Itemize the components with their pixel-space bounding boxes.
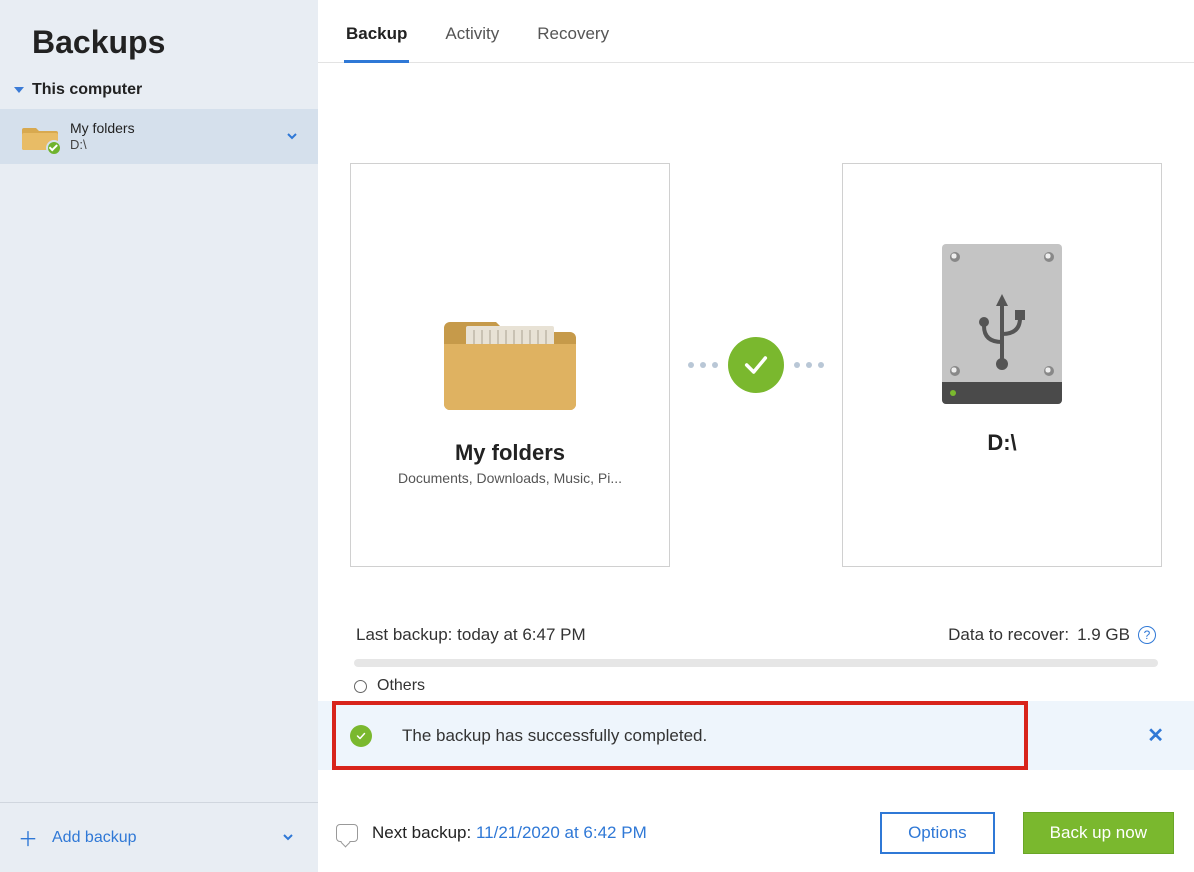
- chevron-down-icon[interactable]: [286, 129, 298, 145]
- tab-recovery[interactable]: Recovery: [535, 18, 611, 62]
- source-subtitle: Documents, Downloads, Music, Pi...: [398, 470, 622, 486]
- next-backup-value[interactable]: 11/21/2020 at 6:42 PM: [476, 823, 647, 842]
- comment-icon[interactable]: [336, 824, 358, 842]
- folder-icon: [22, 122, 58, 152]
- dots-right-icon: [794, 362, 824, 368]
- options-button[interactable]: Options: [880, 812, 995, 854]
- source-title: My folders: [455, 440, 565, 466]
- data-recover-label: Data to recover:: [948, 625, 1069, 645]
- check-circle-icon: [350, 725, 372, 747]
- folder-icon: [440, 304, 580, 414]
- others-label: Others: [377, 677, 425, 695]
- notification-text: The backup has successfully completed.: [402, 726, 707, 746]
- tab-backup[interactable]: Backup: [344, 18, 409, 62]
- sidebar-section-label: This computer: [32, 81, 142, 99]
- notification-bar: The backup has successfully completed. ✕: [318, 701, 1194, 770]
- others-row[interactable]: Others: [318, 667, 1194, 695]
- destination-title: D:\: [987, 430, 1016, 456]
- main-footer: Next backup: 11/21/2020 at 6:42 PM Optio…: [318, 796, 1194, 872]
- chevron-down-icon[interactable]: [282, 830, 294, 846]
- sidebar-item-my-folders[interactable]: My folders D:\: [0, 109, 318, 164]
- sidebar-title: Backups: [0, 0, 318, 77]
- source-card[interactable]: My folders Documents, Downloads, Music, …: [350, 163, 670, 567]
- dots-left-icon: [688, 362, 718, 368]
- plus-icon[interactable]: ＋: [18, 823, 38, 852]
- check-circle-icon: [728, 337, 784, 393]
- main: Backup Activity Recovery My folders Docu…: [318, 0, 1194, 872]
- destination-card[interactable]: D:\: [842, 163, 1162, 567]
- flow-connector: [688, 337, 824, 393]
- external-drive-icon: [942, 244, 1062, 404]
- help-icon[interactable]: ?: [1138, 626, 1156, 644]
- success-badge-icon: [46, 140, 62, 156]
- data-recover-value: 1.9 GB: [1077, 625, 1130, 645]
- close-icon[interactable]: ✕: [1139, 719, 1172, 752]
- backup-flow-row: My folders Documents, Downloads, Music, …: [318, 163, 1194, 567]
- last-backup-value: today at 6:47 PM: [457, 625, 586, 644]
- tab-activity[interactable]: Activity: [443, 18, 501, 62]
- backup-item-destination: D:\: [70, 137, 135, 154]
- tabs: Backup Activity Recovery: [318, 0, 1194, 63]
- last-backup-label: Last backup:: [356, 625, 452, 644]
- sidebar: Backups This computer My folders D:\ ＋ A…: [0, 0, 318, 872]
- sidebar-footer: ＋ Add backup: [0, 802, 318, 872]
- chevron-down-icon: [14, 82, 24, 98]
- back-up-now-button[interactable]: Back up now: [1023, 812, 1174, 854]
- backup-item-name: My folders: [70, 119, 135, 137]
- stats-row: Last backup: today at 6:47 PM Data to re…: [318, 567, 1194, 651]
- next-backup-label: Next backup:: [372, 823, 471, 842]
- sidebar-section-this-computer[interactable]: This computer: [0, 77, 318, 109]
- radio-icon: [354, 680, 367, 693]
- size-bar: [354, 659, 1158, 667]
- add-backup-button[interactable]: Add backup: [52, 829, 137, 847]
